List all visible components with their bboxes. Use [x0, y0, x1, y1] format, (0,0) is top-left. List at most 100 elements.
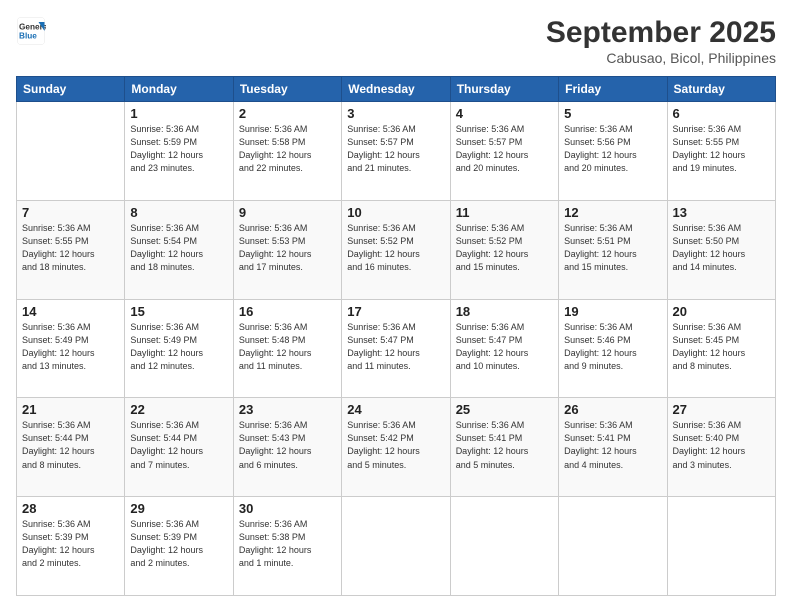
day-number: 21: [22, 402, 119, 417]
day-info: Sunrise: 5:36 AM Sunset: 5:47 PM Dayligh…: [456, 321, 553, 373]
day-info: Sunrise: 5:36 AM Sunset: 5:52 PM Dayligh…: [347, 222, 444, 274]
day-number: 26: [564, 402, 661, 417]
day-info: Sunrise: 5:36 AM Sunset: 5:46 PM Dayligh…: [564, 321, 661, 373]
calendar-cell: 17Sunrise: 5:36 AM Sunset: 5:47 PM Dayli…: [342, 299, 450, 398]
day-number: 15: [130, 304, 227, 319]
weekday-header-wednesday: Wednesday: [342, 77, 450, 102]
logo-icon: General Blue: [16, 16, 46, 46]
day-info: Sunrise: 5:36 AM Sunset: 5:39 PM Dayligh…: [130, 518, 227, 570]
day-number: 6: [673, 106, 770, 121]
day-info: Sunrise: 5:36 AM Sunset: 5:50 PM Dayligh…: [673, 222, 770, 274]
calendar-cell: [17, 102, 125, 201]
week-row-5: 28 Sunrise: 5:36 AM Sunset: 5:39 PM Dayli…: [17, 497, 776, 596]
calendar-cell: 16 Sunrise: 5:36 AM Sunset: 5:48 PM Dayli…: [233, 299, 341, 398]
calendar-cell: 2 Sunrise: 5:36 AM Sunset: 5:58 PM Daylig…: [233, 102, 341, 201]
subtitle: Cabusao, Bicol, Philippines: [546, 50, 776, 66]
calendar-cell: 30 Sunrise: 5:36 AM Sunset: 5:38 PM Dayli…: [233, 497, 341, 596]
day-number: 8: [130, 205, 227, 220]
calendar-cell: 5 Sunrise: 5:36 AM Sunset: 5:56 PM Daylig…: [559, 102, 667, 201]
day-number: 24: [347, 402, 444, 417]
weekday-header-thursday: Thursday: [450, 77, 558, 102]
day-number: 14: [22, 304, 119, 319]
day-info: Sunrise: 5:36 AM Sunset: 5:40 PM Dayligh…: [673, 419, 770, 471]
day-number: 27: [673, 402, 770, 417]
calendar-cell: 12 Sunrise: 5:36 AM Sunset: 5:51 PM Dayli…: [559, 200, 667, 299]
page: General Blue September 2025 Cabusao, Bic…: [0, 0, 792, 612]
calendar-cell: 9 Sunrise: 5:36 AM Sunset: 5:53 PM Daylig…: [233, 200, 341, 299]
day-number: 18: [456, 304, 553, 319]
day-number: 12: [564, 205, 661, 220]
calendar-cell: 19 Sunrise: 5:36 AM Sunset: 5:46 PM Dayli…: [559, 299, 667, 398]
day-info: Sunrise: 5:36 AM Sunset: 5:58 PM Dayligh…: [239, 123, 336, 175]
week-row-1: 1 Sunrise: 5:36 AM Sunset: 5:59 PM Daylig…: [17, 102, 776, 201]
day-number: 2: [239, 106, 336, 121]
weekday-header-row: SundayMondayTuesdayWednesdayThursdayFrid…: [17, 77, 776, 102]
calendar-cell: 29Sunrise: 5:36 AM Sunset: 5:39 PM Dayli…: [125, 497, 233, 596]
week-row-3: 14 Sunrise: 5:36 AM Sunset: 5:49 PM Dayli…: [17, 299, 776, 398]
day-info: Sunrise: 5:36 AM Sunset: 5:41 PM Dayligh…: [564, 419, 661, 471]
day-info: Sunrise: 5:36 AM Sunset: 5:38 PM Dayligh…: [239, 518, 336, 570]
day-info: Sunrise: 5:36 AM Sunset: 5:59 PM Dayligh…: [130, 123, 227, 175]
calendar-cell: 27 Sunrise: 5:36 AM Sunset: 5:40 PM Dayli…: [667, 398, 775, 497]
calendar-cell: 21Sunrise: 5:36 AM Sunset: 5:44 PM Dayli…: [17, 398, 125, 497]
day-number: 3: [347, 106, 444, 121]
day-number: 10: [347, 205, 444, 220]
day-info: Sunrise: 5:36 AM Sunset: 5:49 PM Dayligh…: [130, 321, 227, 373]
day-info: Sunrise: 5:36 AM Sunset: 5:53 PM Dayligh…: [239, 222, 336, 274]
day-number: 13: [673, 205, 770, 220]
calendar-cell: 23 Sunrise: 5:36 AM Sunset: 5:43 PM Dayli…: [233, 398, 341, 497]
calendar-cell: 3 Sunrise: 5:36 AM Sunset: 5:57 PM Daylig…: [342, 102, 450, 201]
day-info: Sunrise: 5:36 AM Sunset: 5:56 PM Dayligh…: [564, 123, 661, 175]
day-info: Sunrise: 5:36 AM Sunset: 5:44 PM Dayligh…: [130, 419, 227, 471]
calendar-cell: 10 Sunrise: 5:36 AM Sunset: 5:52 PM Dayli…: [342, 200, 450, 299]
title-area: September 2025 Cabusao, Bicol, Philippin…: [546, 16, 776, 66]
calendar-cell: 25 Sunrise: 5:36 AM Sunset: 5:41 PM Dayli…: [450, 398, 558, 497]
weekday-header-saturday: Saturday: [667, 77, 775, 102]
calendar-cell: 11 Sunrise: 5:36 AM Sunset: 5:52 PM Dayli…: [450, 200, 558, 299]
day-info: Sunrise: 5:36 AM Sunset: 5:43 PM Dayligh…: [239, 419, 336, 471]
day-info: Sunrise: 5:36 AM Sunset: 5:42 PM Dayligh…: [347, 419, 444, 471]
day-number: 19: [564, 304, 661, 319]
logo: General Blue: [16, 16, 46, 46]
day-info: Sunrise: 5:36 AM Sunset: 5:49 PM Dayligh…: [22, 321, 119, 373]
calendar-cell: 26 Sunrise: 5:36 AM Sunset: 5:41 PM Dayli…: [559, 398, 667, 497]
calendar-cell: 28Sunrise: 5:36 AM Sunset: 5:39 PM Dayli…: [17, 497, 125, 596]
calendar-cell: 15 Sunrise: 5:36 AM Sunset: 5:49 PM Dayli…: [125, 299, 233, 398]
day-number: 9: [239, 205, 336, 220]
day-number: 30: [239, 501, 336, 516]
header: General Blue September 2025 Cabusao, Bic…: [16, 16, 776, 66]
calendar-cell: 22 Sunrise: 5:36 AM Sunset: 5:44 PM Dayli…: [125, 398, 233, 497]
calendar-cell: 13 Sunrise: 5:36 AM Sunset: 5:50 PM Dayli…: [667, 200, 775, 299]
day-number: 5: [564, 106, 661, 121]
day-number: 20: [673, 304, 770, 319]
day-number: 11: [456, 205, 553, 220]
day-number: 23: [239, 402, 336, 417]
weekday-header-tuesday: Tuesday: [233, 77, 341, 102]
calendar-cell: 4Sunrise: 5:36 AM Sunset: 5:57 PM Daylig…: [450, 102, 558, 201]
week-row-2: 7Sunrise: 5:36 AM Sunset: 5:55 PM Daylig…: [17, 200, 776, 299]
calendar-cell: [667, 497, 775, 596]
day-info: Sunrise: 5:36 AM Sunset: 5:41 PM Dayligh…: [456, 419, 553, 471]
day-number: 22: [130, 402, 227, 417]
day-number: 28: [22, 501, 119, 516]
calendar-cell: 14 Sunrise: 5:36 AM Sunset: 5:49 PM Dayli…: [17, 299, 125, 398]
day-info: Sunrise: 5:36 AM Sunset: 5:57 PM Dayligh…: [456, 123, 553, 175]
calendar-cell: 7Sunrise: 5:36 AM Sunset: 5:55 PM Daylig…: [17, 200, 125, 299]
day-number: 17: [347, 304, 444, 319]
calendar-cell: 8Sunrise: 5:36 AM Sunset: 5:54 PM Daylig…: [125, 200, 233, 299]
svg-text:Blue: Blue: [19, 32, 37, 41]
day-number: 1: [130, 106, 227, 121]
weekday-header-monday: Monday: [125, 77, 233, 102]
day-info: Sunrise: 5:36 AM Sunset: 5:55 PM Dayligh…: [22, 222, 119, 274]
calendar-cell: 18 Sunrise: 5:36 AM Sunset: 5:47 PM Dayli…: [450, 299, 558, 398]
calendar-cell: [342, 497, 450, 596]
day-info: Sunrise: 5:36 AM Sunset: 5:57 PM Dayligh…: [347, 123, 444, 175]
day-info: Sunrise: 5:36 AM Sunset: 5:48 PM Dayligh…: [239, 321, 336, 373]
week-row-4: 21 Sunrise: 5:36 AM Sunset: 5:44 PM Dayli…: [17, 398, 776, 497]
day-info: Sunrise: 5:36 AM Sunset: 5:51 PM Dayligh…: [564, 222, 661, 274]
day-number: 16: [239, 304, 336, 319]
day-info: Sunrise: 5:36 AM Sunset: 5:52 PM Dayligh…: [456, 222, 553, 274]
calendar-cell: 1 Sunrise: 5:36 AM Sunset: 5:59 PM Daylig…: [125, 102, 233, 201]
day-number: 25: [456, 402, 553, 417]
day-info: Sunrise: 5:36 AM Sunset: 5:45 PM Dayligh…: [673, 321, 770, 373]
